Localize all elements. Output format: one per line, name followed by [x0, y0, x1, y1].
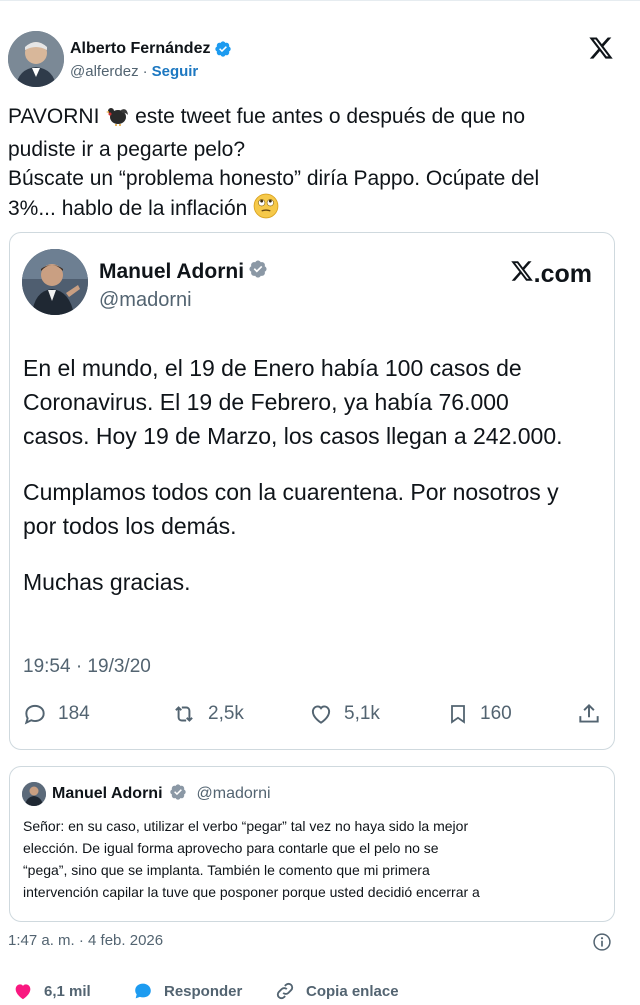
reply-body: Señor: en su caso, utilizar el verbo “pe… — [23, 815, 603, 903]
reply-author-name[interactable]: Manuel Adorni — [52, 785, 163, 803]
turkey-emoji-icon — [105, 103, 129, 135]
tweet-text: PAVORNI este tweet fue antes o después d… — [8, 102, 628, 227]
quoted-source: .com — [510, 259, 592, 290]
quoted-body-line: por todos los demás. — [23, 513, 237, 539]
reply-author-handle[interactable]: @madorni — [197, 785, 271, 803]
quoted-author-avatar[interactable] — [22, 249, 88, 315]
heart-filled-icon — [15, 984, 31, 1000]
quoted-body-line: Muchas gracias. — [23, 569, 191, 595]
quoted-bookmark-button[interactable]: 160 — [446, 701, 512, 727]
reply-bubble-icon — [135, 983, 151, 999]
rolling-eyes-emoji-icon — [253, 193, 279, 227]
reply-body-line: “pega”, sino que se implanta. También le… — [23, 862, 430, 878]
quoted-retweet-count: 2,5k — [208, 703, 244, 724]
tweet-text-line: este tweet fue antes o después de que no — [129, 105, 526, 128]
copy-link-label: Copia enlace — [306, 982, 399, 1000]
tweet-header: Alberto Fernández @alferdez · Seguir — [8, 31, 632, 91]
tweet-card: Alberto Fernández @alferdez · Seguir PAV… — [0, 0, 640, 1005]
quoted-share-button[interactable] — [576, 701, 602, 727]
quoted-body-line: Cumplamos todos con la cuarentena. Por n… — [23, 479, 559, 505]
reply-preview-card[interactable]: Manuel Adorni @madorni Señor: en su caso… — [9, 766, 615, 922]
like-button[interactable]: 6,1 mil — [12, 980, 91, 1002]
quoted-body-line: casos. Hoy 19 de Marzo, los casos llegan… — [23, 423, 563, 449]
info-icon[interactable] — [592, 932, 612, 957]
tweet-text-line: pudiste ir a pegarte pelo? — [8, 138, 245, 161]
reply-body-line: Señor: en su caso, utilizar el verbo “pe… — [23, 818, 469, 834]
reply-button[interactable]: Responder — [132, 980, 242, 1002]
quoted-verified-badge-icon — [248, 259, 268, 284]
like-count: 6,1 mil — [44, 982, 91, 1000]
reply-verified-badge-icon — [169, 783, 187, 806]
quoted-tweet[interactable]: Manuel Adorni @madorni .com En el mundo,… — [9, 232, 615, 750]
quoted-body-line: En el mundo, el 19 de Enero había 100 ca… — [23, 355, 522, 381]
quoted-body: En el mundo, el 19 de Enero había 100 ca… — [23, 351, 608, 599]
post-timestamp[interactable]: 1:47 a. m. · 4 feb. 2026 — [8, 932, 163, 949]
quoted-reply-count: 184 — [58, 703, 90, 724]
quoted-timestamp[interactable]: 19:54 · 19/3/20 — [23, 656, 151, 678]
quoted-reply-button[interactable]: 184 — [22, 701, 90, 727]
copy-link-button[interactable]: Copia enlace — [274, 980, 399, 1002]
author-avatar[interactable] — [8, 31, 64, 87]
heart-icon — [311, 705, 331, 724]
tweet-text-line: PAVORNI — [8, 105, 106, 128]
share-icon — [579, 703, 599, 723]
quoted-actions: 184 2,5k 5,1k 160 — [22, 701, 602, 729]
author-block: Alberto Fernández @alferdez · Seguir — [70, 39, 232, 80]
quoted-source-label: .com — [533, 260, 592, 288]
retweet-icon — [175, 706, 193, 722]
bookmark-icon — [451, 705, 465, 724]
x-logo-icon — [510, 259, 534, 290]
author-name[interactable]: Alberto Fernández — [70, 40, 210, 58]
reply-author-avatar[interactable] — [22, 782, 46, 806]
reply-body-line: intervención capilar la tuve que pospone… — [23, 884, 480, 900]
quoted-bookmark-count: 160 — [480, 703, 512, 724]
post-actions: 6,1 mil Responder Copia enlace — [8, 979, 628, 1003]
quoted-like-button[interactable]: 5,1k — [308, 701, 380, 727]
tweet-text-line: 3%... hablo de la inflación — [8, 197, 254, 220]
handle-separator: · — [142, 63, 148, 80]
quoted-author-handle[interactable]: @madorni — [99, 289, 192, 312]
reply-icon — [24, 704, 45, 725]
quoted-body-line: Coronavirus. El 19 de Febrero, ya había … — [23, 389, 509, 415]
tweet-text-line: Búscate un “problema honesto” diría Papp… — [8, 167, 540, 190]
x-logo-icon[interactable] — [588, 35, 614, 61]
author-handle[interactable]: @alferdez — [70, 63, 139, 80]
reply-body-line: elección. De igual forma aprovecho para … — [23, 840, 439, 856]
follow-button[interactable]: Seguir — [152, 63, 199, 80]
link-icon — [276, 982, 294, 1000]
quoted-author-name[interactable]: Manuel Adorni — [99, 260, 244, 284]
reply-label: Responder — [164, 982, 243, 1000]
quoted-like-count: 5,1k — [344, 703, 380, 724]
verified-badge-icon — [214, 40, 232, 58]
quoted-retweet-button[interactable]: 2,5k — [170, 701, 244, 727]
